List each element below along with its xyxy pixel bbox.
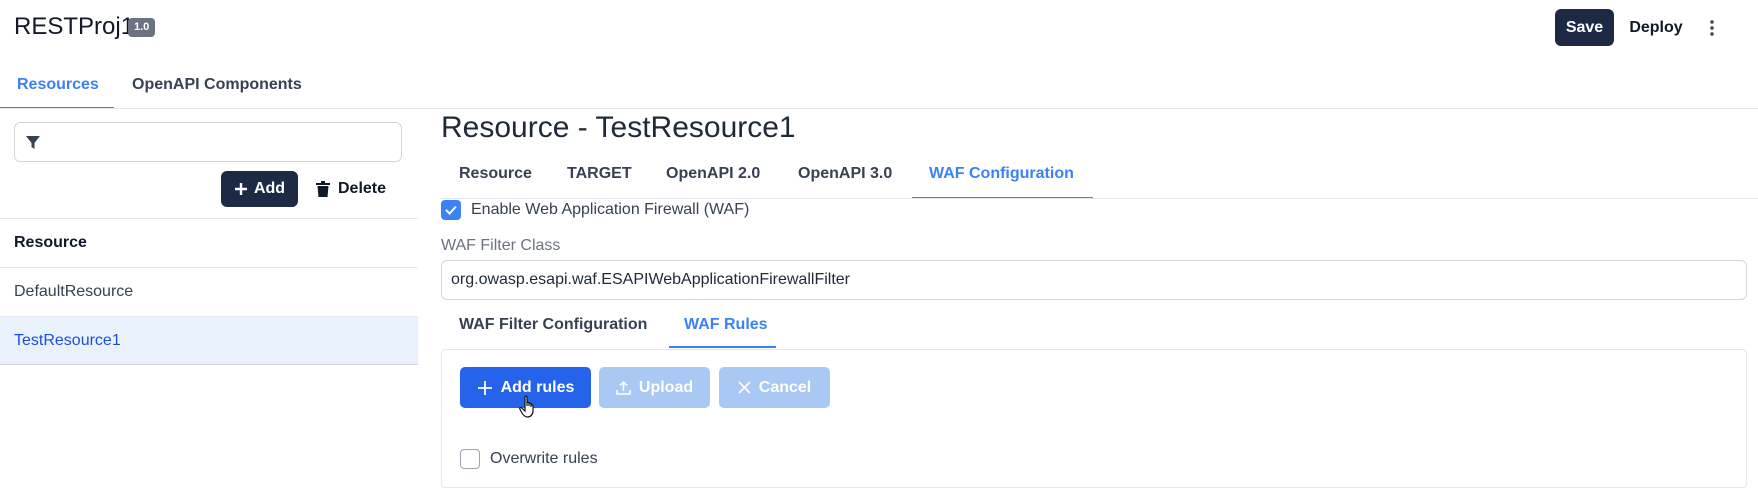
add-resource-button[interactable]: Add	[221, 171, 298, 207]
save-button[interactable]: Save	[1555, 9, 1614, 46]
cancel-label: Cancel	[758, 378, 812, 396]
tab-openapi-3[interactable]: OpenAPI 3.0	[798, 165, 892, 183]
overwrite-rules-row: Overwrite rules	[460, 448, 598, 470]
tab-openapi-2[interactable]: OpenAPI 2.0	[666, 165, 760, 183]
filter-icon	[25, 135, 41, 156]
waf-filter-class-label: WAF Filter Class	[441, 237, 561, 254]
resource-tabs: Resource TARGET OpenAPI 2.0 OpenAPI 3.0 …	[441, 155, 1758, 199]
tab-resource[interactable]: Resource	[459, 165, 532, 183]
tab-resources[interactable]: Resources	[17, 76, 99, 94]
waf-filter-class-input[interactable]: org.owasp.esapi.waf.ESAPIWebApplicationF…	[441, 260, 1747, 300]
tab-waf-configuration[interactable]: WAF Configuration	[929, 165, 1074, 183]
resource-list: Resource DefaultResource TestResource1	[0, 218, 418, 365]
version-badge: 1.0	[128, 18, 156, 37]
project-title: RESTProj1	[14, 13, 135, 40]
tab-waf-rules[interactable]: WAF Rules	[684, 316, 768, 334]
tab-waf-filter-configuration[interactable]: WAF Filter Configuration	[459, 316, 647, 334]
tabs-divider	[0, 108, 1758, 109]
enable-waf-checkbox[interactable]	[441, 200, 461, 220]
plus-icon	[477, 380, 492, 395]
app-header: RESTProj1 1.0 Save Deploy	[0, 0, 1758, 56]
enable-waf-row: Enable Web Application Firewall (WAF)	[441, 199, 749, 221]
tab-target[interactable]: TARGET	[567, 165, 632, 183]
check-icon	[445, 205, 457, 215]
tab-openapi-components[interactable]: OpenAPI Components	[132, 76, 302, 94]
more-vertical-icon[interactable]	[1700, 14, 1724, 42]
enable-waf-label: Enable Web Application Firewall (WAF)	[471, 201, 750, 218]
upload-button[interactable]: Upload	[599, 367, 710, 408]
upload-label: Upload	[638, 378, 694, 396]
trash-icon	[316, 181, 330, 197]
cancel-button[interactable]: Cancel	[719, 367, 830, 408]
page-title: Resource - TestResource1	[441, 111, 796, 144]
add-rules-label: Add rules	[500, 378, 575, 396]
upload-icon	[616, 380, 631, 395]
overwrite-rules-label: Overwrite rules	[490, 450, 598, 467]
list-item-test-resource1[interactable]: TestResource1	[0, 316, 418, 365]
resource-filter-input[interactable]	[14, 122, 402, 162]
delete-resource-button[interactable]: Delete	[316, 171, 396, 207]
list-item-default-resource[interactable]: DefaultResource	[0, 267, 418, 316]
add-label: Add	[253, 180, 286, 197]
overwrite-rules-checkbox[interactable]	[460, 449, 480, 469]
deploy-button[interactable]: Deploy	[1625, 9, 1687, 46]
close-icon	[738, 381, 751, 394]
resource-list-header: Resource	[0, 218, 418, 267]
plus-icon	[234, 183, 247, 195]
waf-sub-tabs: WAF Filter Configuration WAF Rules	[441, 308, 1747, 348]
active-subtab-indicator	[669, 346, 776, 348]
delete-label: Delete	[338, 180, 387, 197]
top-tabs: Resources OpenAPI Components	[0, 66, 1758, 109]
hand-pointer-icon	[519, 395, 539, 424]
